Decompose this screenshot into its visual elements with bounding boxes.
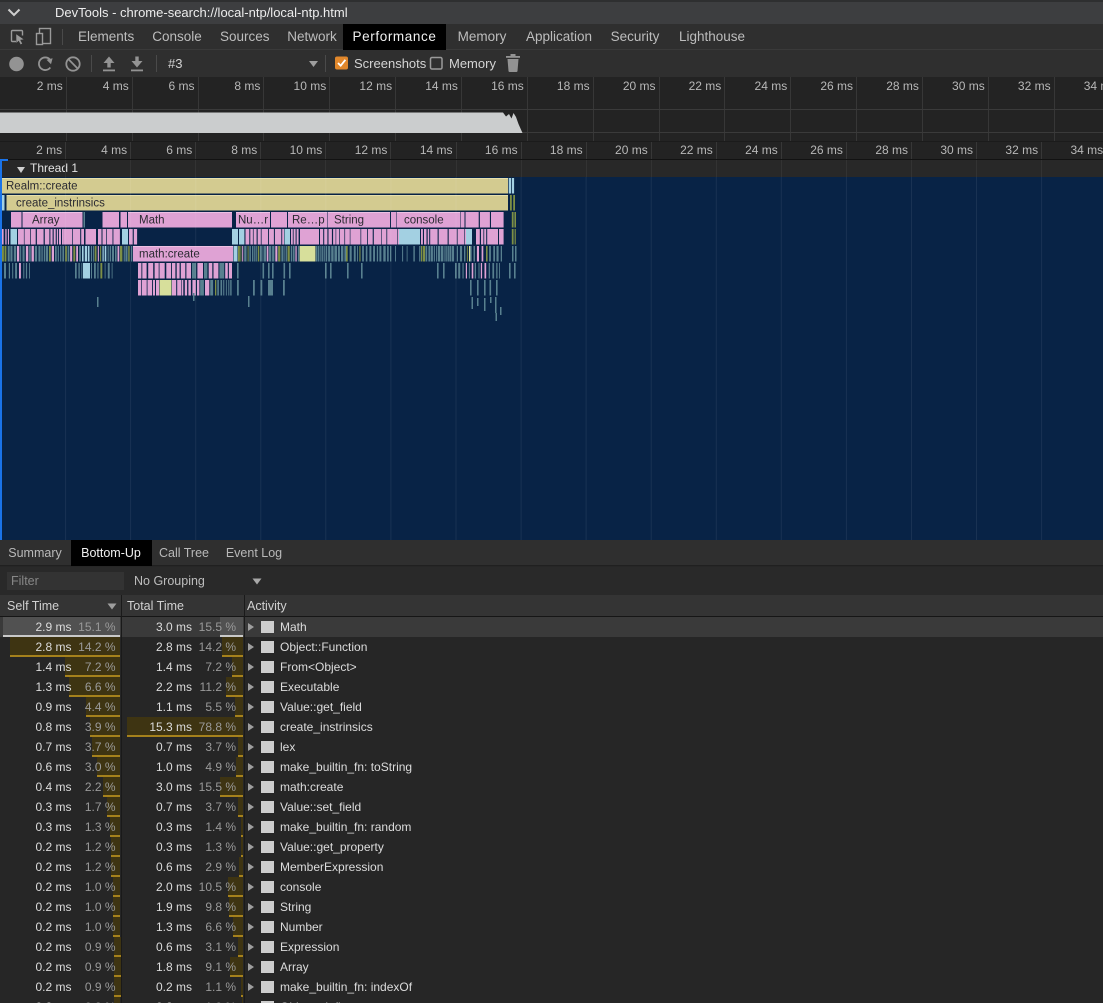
svg-text:Re…p: Re…p [292, 215, 325, 227]
svg-text:String: String [334, 215, 364, 227]
svg-text:Array: Array [32, 215, 60, 227]
svg-text:Math: Math [139, 215, 165, 227]
svg-text:math:create: math:create [139, 249, 200, 261]
svg-text:console: console [404, 215, 444, 227]
svg-text:create_instrinsics: create_instrinsics [16, 198, 105, 210]
svg-text:Realm::create: Realm::create [6, 181, 78, 193]
svg-text:Nu…r: Nu…r [238, 215, 268, 227]
